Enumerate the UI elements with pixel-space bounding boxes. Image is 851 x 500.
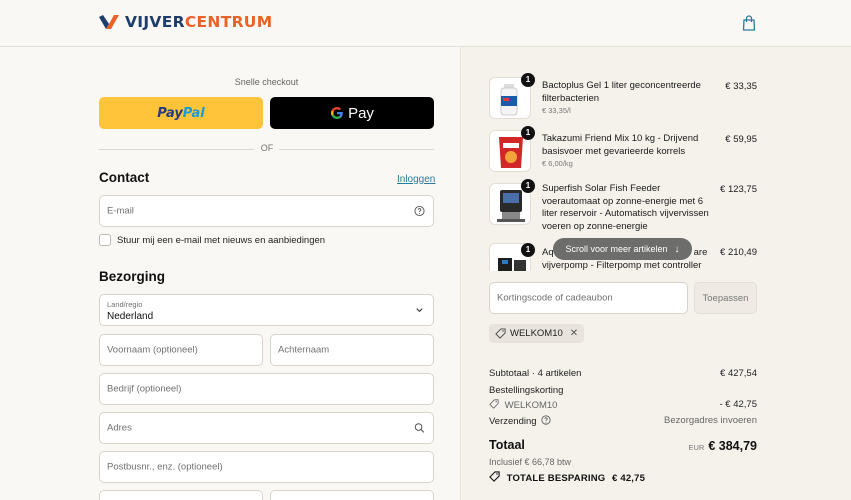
quantity-badge: 1 [521,243,535,257]
apply-discount-button[interactable]: Toepassen [694,282,757,314]
quantity-badge: 1 [521,126,535,140]
logo-text-part1: VIJVER [125,13,185,31]
scroll-hint-label: Scroll voor meer artikelen [565,244,668,254]
address2-field[interactable]: Postbusnr., enz. (optioneel) [99,451,434,483]
google-g-icon [331,107,343,119]
item-price: € 33,35 [725,81,757,92]
total-amount: EUR € 384,79 [688,439,757,453]
logo[interactable]: VIJVERCENTRUM [99,13,272,31]
discount-placeholder: Kortingscode of cadeaubon [497,292,613,304]
subtotal-label: Subtotaal · 4 artikelen [489,368,582,379]
item-name: Bactoplus Gel 1 liter geconcentreerde fi… [542,80,701,104]
newsletter-checkbox[interactable] [99,234,111,246]
shipping-row: Verzending Bezorgadres invoeren [489,415,757,427]
delivery-title: Bezorging [99,269,165,284]
newsletter-label: Stuur mij een e-mail met nieuws en aanbi… [117,234,326,246]
applied-code-label: WELKOM10 [510,328,563,339]
paypal-button[interactable]: PayPal [99,97,263,129]
company-placeholder: Bedrijf (optioneel) [107,383,182,395]
quantity-badge: 1 [521,73,535,87]
search-icon [414,423,425,433]
company-field[interactable]: Bedrijf (optioneel) [99,373,434,405]
item-name-end: are [693,247,708,258]
shopping-bag-icon[interactable] [742,15,756,31]
cart-item: 1 Bactoplus Gel 1 liter geconcentreerde … [489,73,757,121]
item-price: € 123,75 [720,184,757,195]
divider-line-right [279,149,434,150]
item-name: Takazumi Friend Mix 10 kg - Drijvend bas… [542,133,699,157]
item-price: € 59,95 [725,134,757,145]
last-name-field[interactable]: Achternaam [270,334,434,366]
savings-row: TOTALE BESPARING € 42,75 [489,471,757,484]
order-discount-row: Bestellingskorting [489,385,757,396]
logo-mark-icon [99,15,119,29]
discount-value: - € 42,75 [719,399,758,410]
applied-discount-tag: WELKOM10 ✕ [489,324,585,343]
total-row: Totaal EUR € 384,79 [489,438,757,456]
order-discount-label: Bestellingskorting [489,385,564,396]
logo-text-part2: CENTRUM [184,13,273,31]
first-name-field[interactable]: Voornaam (optioneel) [99,334,263,366]
item-name-line2: vijverpomp - Filterpomp met controller [542,259,702,271]
or-divider: OF [99,143,434,155]
discount-code-input[interactable]: Kortingscode of cadeaubon [489,282,688,314]
chevron-down-icon [416,308,423,313]
newsletter-row[interactable]: Stuur mij een e-mail met nieuws en aanbi… [99,234,325,246]
address2-placeholder: Postbusnr., enz. (optioneel) [107,461,223,473]
express-checkout-label: Snelle checkout [234,77,299,87]
total-label: Totaal [489,438,525,452]
paypal-logo-part1: Pay [157,105,183,121]
remove-discount-icon[interactable]: ✕ [570,328,578,339]
subtotal-value: € 427,54 [720,368,757,379]
arrow-down-icon: ↓ [674,243,680,255]
savings-value: € 42,75 [612,473,646,484]
address-placeholder: Adres [107,422,132,434]
item-name: Superfish Solar Fish Feeder voerautomaat… [542,183,709,232]
google-pay-button[interactable]: Pay [270,97,434,129]
country-label: Land/regio [107,300,143,309]
total-value: € 384,79 [708,439,757,453]
item-unit-price: € 33,35/l [542,106,571,115]
paypal-logo-part2: Pal [182,105,205,121]
google-pay-label: Pay [348,104,374,122]
country-select[interactable]: Land/regio Nederland [99,294,434,326]
paypal-logo: PayPal [157,106,204,121]
email-placeholder: E-mail [107,205,134,217]
tag-icon [489,399,499,409]
item-name-start: Aq [542,247,554,258]
subtotal-row: Subtotaal · 4 artikelen € 427,54 [489,368,757,379]
country-value: Nederland [107,311,154,322]
discount-code-row: WELKOM10 - € 42,75 [489,399,757,411]
scroll-more-hint[interactable]: Scroll voor meer artikelen ↓ [553,238,692,260]
shipping-label: Verzending [489,416,537,427]
shipping-value: Bezorgadres invoeren [664,415,757,426]
first-name-placeholder: Voornaam (optioneel) [107,344,198,356]
item-unit-price: € 6,00/kg [542,159,573,168]
login-link[interactable]: Inloggen [397,174,435,185]
discount-code-label: WELKOM10 [504,400,558,411]
quantity-badge: 1 [521,179,535,193]
tag-icon [489,471,500,482]
total-currency: EUR [688,443,705,452]
savings-label: TOTALE BESPARING [506,473,606,484]
city-field[interactable] [270,490,434,500]
help-circle-icon[interactable] [414,205,425,217]
logo-text: VIJVERCENTRUM [125,13,272,31]
address-field[interactable]: Adres [99,412,434,444]
email-field[interactable]: E-mail [99,195,434,227]
or-label: OF [260,143,274,153]
last-name-placeholder: Achternaam [278,344,330,356]
tax-note: Inclusief € 66,78 btw [489,457,572,467]
cart-item: 1 Superfish Solar Fish Feeder voerautoma… [489,179,757,233]
divider-line-left [99,149,254,150]
help-circle-icon[interactable] [541,415,551,425]
header: VIJVERCENTRUM [0,0,851,47]
item-price: € 210,49 [720,247,757,258]
postcode-field[interactable] [99,490,263,500]
tag-icon [495,328,506,339]
cart-item: 1 Takazumi Friend Mix 10 kg - Drijvend b… [489,126,757,174]
contact-title: Contact [99,170,150,185]
